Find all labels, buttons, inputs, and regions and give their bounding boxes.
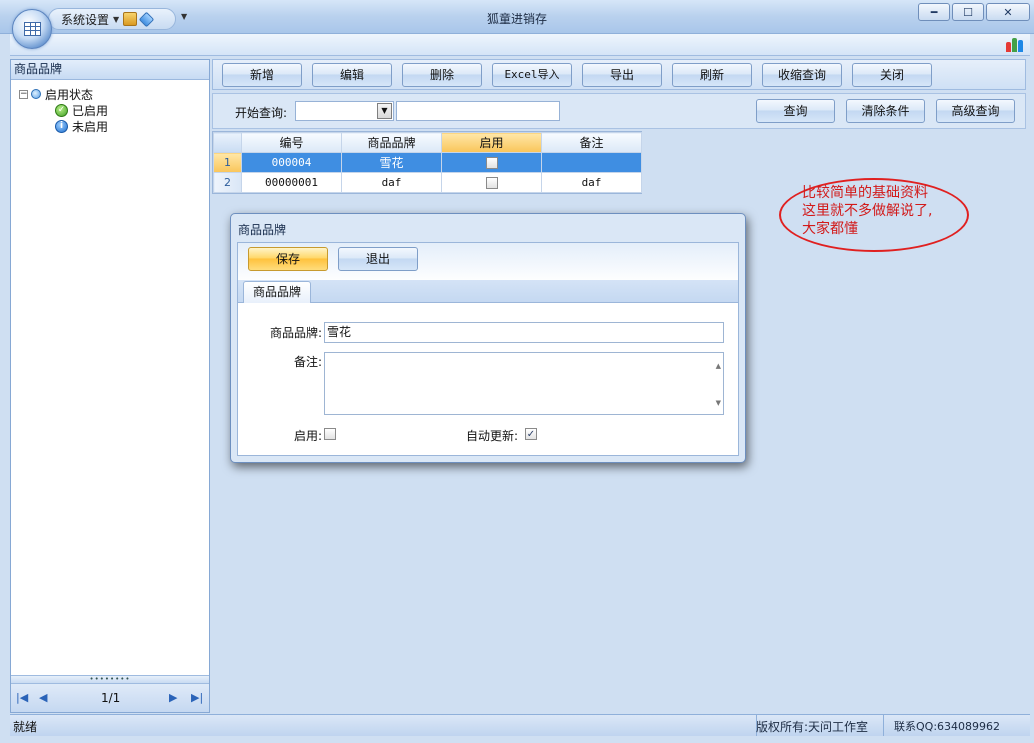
dialog-title: 商品品牌 — [238, 223, 287, 237]
note-textarea[interactable]: ▲ ▼ — [324, 352, 724, 415]
delete-button[interactable]: 删除 — [402, 63, 482, 87]
search-icon — [31, 89, 41, 99]
page-indicator: 1/1 — [101, 691, 121, 705]
status-text: 就绪 — [13, 720, 38, 734]
column-header-brand[interactable]: 商品品牌 — [341, 132, 442, 153]
brand-grid: 编号 商品品牌 启用 备注 1 000004 雪花 2 00000001 daf… — [212, 131, 642, 194]
tab-strip — [238, 280, 738, 303]
auto-update-label: 自动更新: — [465, 429, 518, 443]
annotation-line: 比较简单的基础资料 — [802, 185, 928, 201]
clear-conditions-button[interactable]: 清除条件 — [846, 99, 925, 123]
enabled-checkbox[interactable] — [485, 157, 498, 169]
edit-button[interactable]: 编辑 — [312, 63, 392, 87]
minimize-button[interactable]: ━ — [918, 3, 950, 21]
tree-item-label: 已启用 — [72, 103, 109, 118]
table-row[interactable]: 1 000004 雪花 — [213, 152, 642, 173]
brand-edit-dialog: 商品品牌 保存 退出 商品品牌 商品品牌: 雪花 备注: ▲ ▼ 启用: 自动更… — [230, 213, 746, 463]
prev-page-icon[interactable]: ◀ — [39, 691, 47, 704]
annotation-line: 这里就不多做解说了, — [802, 203, 933, 219]
tree-item-enabled[interactable]: ✓ 已启用 — [19, 102, 209, 118]
save-button[interactable]: 保存 — [248, 247, 328, 271]
enabled-field-label: 启用: — [293, 429, 322, 443]
auto-update-checkbox[interactable] — [525, 428, 537, 440]
search-button[interactable]: 查询 — [756, 99, 835, 123]
annotation-text: 比较简单的基础资料 这里就不多做解说了, 大家都懂 — [802, 184, 932, 238]
cell-enabled[interactable] — [441, 152, 542, 173]
row-number[interactable]: 1 — [213, 152, 242, 173]
users-icon[interactable] — [1006, 36, 1024, 52]
left-panel-header: 商品品牌 — [11, 60, 209, 80]
dialog-form: 商品品牌: 雪花 备注: ▲ ▼ 启用: 自动更新: — [238, 303, 738, 455]
table-row[interactable]: 2 00000001 daf daf — [213, 172, 642, 193]
enabled-checkbox[interactable] — [324, 428, 336, 440]
annotation-line: 大家都懂 — [802, 221, 858, 237]
status-tree: − 启用状态 ✓ 已启用 i 未启用 — [11, 80, 209, 134]
brand-name-input[interactable]: 雪花 — [324, 322, 724, 343]
export-button[interactable]: 导出 — [582, 63, 662, 87]
left-panel: 商品品牌 − 启用状态 ✓ 已启用 i 未启用 •••••••• |◀ ◀ 1/… — [10, 59, 210, 713]
collapse-icon[interactable]: − — [19, 89, 28, 99]
column-header-enabled[interactable]: 启用 — [441, 132, 542, 153]
query-label: 开始查询: — [235, 106, 288, 120]
query-bar: 开始查询: ▼ 查询 清除条件 高级查询 — [212, 93, 1026, 129]
row-number[interactable]: 2 — [213, 172, 242, 193]
brand-field-label: 商品品牌: — [269, 326, 322, 340]
cell-enabled[interactable] — [441, 172, 542, 193]
cell-brand[interactable]: 雪花 — [341, 152, 442, 173]
cell-note[interactable] — [541, 152, 642, 173]
main-toolbar: 新增 编辑 删除 Excel导入 导出 刷新 收缩查询 关闭 — [212, 59, 1026, 90]
cell-brand[interactable]: daf — [341, 172, 442, 193]
select-all-corner[interactable] — [213, 132, 242, 153]
scroll-down-icon[interactable]: ▼ — [716, 394, 721, 412]
tree-item-disabled[interactable]: i 未启用 — [19, 118, 209, 134]
grid-header-row: 编号 商品品牌 启用 备注 — [213, 132, 642, 153]
tab-brand[interactable]: 商品品牌 — [243, 281, 311, 303]
last-page-icon[interactable]: ▶| — [191, 691, 203, 704]
ribbon-bar — [10, 34, 1030, 56]
cell-code[interactable]: 00000001 — [241, 172, 342, 193]
cell-note[interactable]: daf — [541, 172, 642, 193]
status-bar: 就绪 版权所有:天问工作室 联系QQ:634089962 — [10, 714, 1030, 736]
enabled-checkbox[interactable] — [485, 177, 498, 189]
check-circle-icon: ✓ — [55, 103, 68, 117]
column-header-code[interactable]: 编号 — [241, 132, 342, 153]
advanced-search-button[interactable]: 高级查询 — [936, 99, 1015, 123]
contact-text: 联系QQ:634089962 — [894, 720, 1001, 733]
maximize-button[interactable]: ☐ — [952, 3, 984, 21]
query-field-select[interactable]: ▼ — [295, 101, 394, 121]
tree-root-label: 启用状态 — [45, 87, 94, 102]
add-button[interactable]: 新增 — [222, 63, 302, 87]
tree-root[interactable]: − 启用状态 — [19, 86, 209, 102]
copyright-text: 版权所有:天问工作室 — [756, 720, 869, 734]
window-title: 狐童进销存 — [486, 12, 547, 26]
collapse-query-button[interactable]: 收缩查询 — [762, 63, 842, 87]
excel-import-button[interactable]: Excel导入 — [492, 63, 572, 87]
grid-icon — [24, 22, 41, 36]
panel-splitter[interactable]: •••••••• — [11, 675, 209, 684]
query-value-input[interactable] — [396, 101, 560, 121]
pager: |◀ ◀ 1/1 ▶ ▶| — [11, 684, 209, 712]
first-page-icon[interactable]: |◀ — [16, 691, 28, 704]
application-menu-button[interactable] — [12, 9, 52, 49]
next-page-icon[interactable]: ▶ — [169, 691, 177, 704]
note-field-label: 备注: — [293, 355, 322, 369]
chevron-down-icon[interactable]: ▼ — [377, 103, 392, 119]
exit-button[interactable]: 退出 — [338, 247, 418, 271]
tree-item-label: 未启用 — [72, 119, 109, 134]
title-bar: 系统设置 ▼ ▼ 狐童进销存 ━ ☐ ✕ — [0, 0, 1034, 34]
info-icon: i — [55, 119, 68, 133]
column-header-note[interactable]: 备注 — [541, 132, 642, 153]
refresh-button[interactable]: 刷新 — [672, 63, 752, 87]
scroll-up-icon[interactable]: ▲ — [716, 357, 721, 375]
close-window-button[interactable]: ✕ — [986, 3, 1030, 21]
cell-code[interactable]: 000004 — [241, 152, 342, 173]
close-button[interactable]: 关闭 — [852, 63, 932, 87]
